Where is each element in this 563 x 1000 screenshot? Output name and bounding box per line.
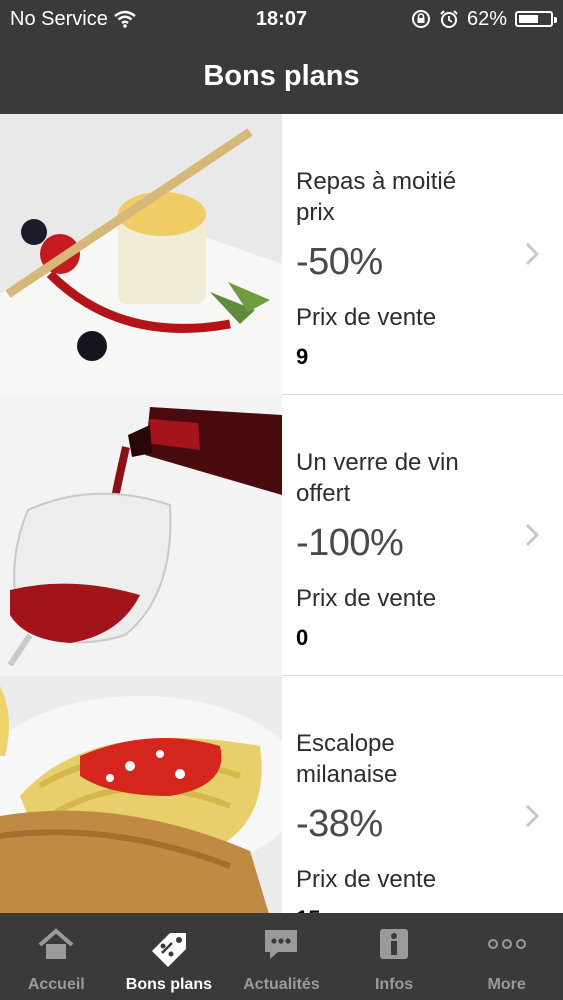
deal-info: Repas à moitié prix -50% Prix de vente 9 (296, 114, 563, 395)
tab-label: Accueil (27, 976, 85, 993)
deal-discount: -50% (296, 241, 383, 283)
deal-title: Un verre de vin offert (296, 449, 459, 507)
status-right: 62% (411, 0, 557, 38)
tab-more[interactable]: More (450, 913, 563, 1000)
deal-discount: -100% (296, 522, 404, 564)
tab-actualites[interactable]: Actualités (225, 913, 338, 1000)
deal-price: 9 (296, 344, 309, 369)
battery-percent: 62% (466, 8, 507, 30)
deal-title: Repas à moitié prix (296, 168, 457, 226)
tab-bar: Accueil Bons plans Actualités Infos More (0, 913, 563, 1000)
deal-info: Un verre de vin offert -100% Prix de ven… (296, 395, 563, 676)
tab-label: Infos (374, 976, 414, 993)
tab-infos[interactable]: Infos (338, 913, 451, 1000)
deal-price-label: Prix de vente (296, 866, 437, 893)
battery-icon (515, 11, 557, 27)
page-title: Bons plans (203, 59, 360, 92)
info-icon (380, 929, 409, 959)
rotation-lock-icon (411, 10, 430, 28)
chat-bubble-icon (265, 930, 298, 959)
deal-price-label: Prix de vente (296, 304, 437, 331)
wine-photo (0, 395, 282, 676)
tab-bons-plans[interactable]: Bons plans (113, 913, 226, 1000)
coupon-tag-icon (151, 933, 186, 967)
deal-row[interactable]: Repas à moitié prix -50% Prix de vente 9 (0, 114, 563, 395)
deal-price: 0 (296, 625, 309, 650)
tab-accueil[interactable]: Accueil (0, 913, 113, 1000)
tab-label: Bons plans (125, 976, 212, 993)
pasta-escalope-photo (0, 676, 282, 914)
deal-row[interactable]: Escalope milanaise -38% Prix de vente 15 (0, 676, 563, 914)
deals-list[interactable]: Repas à moitié prix -50% Prix de vente 9… (0, 114, 563, 914)
deal-price-label: Prix de vente (296, 585, 437, 612)
tab-label: Actualités (243, 976, 320, 993)
navigation-bar: Bons plans (0, 38, 563, 114)
alarm-icon (440, 10, 458, 28)
deal-info: Escalope milanaise -38% Prix de vente 15 (296, 676, 563, 914)
home-icon (38, 928, 74, 959)
chevron-right-icon (525, 804, 539, 828)
more-dots-icon (487, 939, 526, 949)
chevron-right-icon (525, 242, 539, 266)
deal-title: Escalope milanaise (296, 730, 398, 788)
battery-fill (519, 15, 538, 23)
chevron-right-icon (525, 523, 539, 547)
dessert-photo (0, 114, 282, 395)
tab-label: More (487, 976, 526, 993)
status-bar: No Service 18:07 62% (0, 0, 563, 38)
deal-row[interactable]: Un verre de vin offert -100% Prix de ven… (0, 395, 563, 676)
deal-discount: -38% (296, 803, 383, 845)
battery-nub (554, 17, 557, 23)
